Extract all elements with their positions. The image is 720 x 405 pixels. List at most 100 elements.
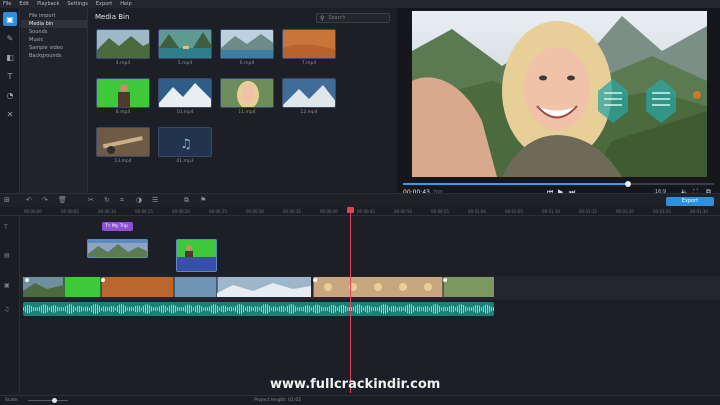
title-clip-label: My Trip bbox=[111, 224, 128, 229]
track-headers: T ▤ ▣ ♫ bbox=[0, 216, 20, 393]
cut-icon[interactable]: ✂ bbox=[88, 196, 94, 204]
ruler-tick-label: 00:00:05 bbox=[61, 209, 79, 214]
media-search-input[interactable] bbox=[328, 15, 384, 21]
magic-wand-icon[interactable]: ✎ bbox=[3, 31, 17, 45]
overlay-clip-thumbnail bbox=[88, 240, 147, 257]
preview-frame-image bbox=[412, 11, 707, 177]
media-thumbnail[interactable]: 12.mp4 bbox=[282, 78, 336, 118]
ruler-tick-label: 00:01:05 bbox=[505, 209, 523, 214]
ruler-tick-label: 00:00:45 bbox=[357, 209, 375, 214]
media-thumbnail-image bbox=[96, 29, 150, 59]
titles-icon[interactable]: T bbox=[3, 69, 17, 83]
category-file-import[interactable]: File import bbox=[21, 12, 87, 20]
delete-icon[interactable]: 🗑 bbox=[58, 196, 67, 204]
ruler-tick-label: 00:00:10 bbox=[98, 209, 116, 214]
overlay-track-icon[interactable]: ▤ bbox=[4, 252, 10, 259]
filters-icon[interactable]: ◧ bbox=[3, 50, 17, 64]
preview-panel: 00:00:43700 ⏮ ▶ ⏭ 16:9 🔈 ⛶ ⧉ bbox=[397, 8, 720, 196]
main-video-track[interactable] bbox=[21, 276, 720, 300]
timeline-ruler[interactable]: 00:00:00 00:00:05 00:00:10 00:00:15 00:00:20… bbox=[0, 207, 720, 216]
media-thumbnail[interactable]: 11.mp4 bbox=[220, 78, 274, 118]
scrubber-progress bbox=[403, 183, 627, 185]
color-adjust-icon[interactable]: ◑ bbox=[136, 196, 142, 204]
playhead-handle[interactable] bbox=[347, 207, 354, 213]
waveform-graphic bbox=[23, 304, 494, 314]
title-track-icon[interactable]: T bbox=[4, 224, 8, 231]
category-media-bin[interactable]: Media bin bbox=[21, 20, 87, 28]
marker-icon[interactable]: ⚑ bbox=[200, 196, 206, 204]
menu-edit[interactable]: Edit bbox=[19, 1, 29, 7]
overlay-icon[interactable]: ⧉ bbox=[184, 196, 189, 205]
audio-track-icon[interactable]: ♫ bbox=[4, 306, 9, 313]
category-backgrounds[interactable]: Backgrounds bbox=[21, 52, 87, 60]
media-thumbnail[interactable]: 5.mp4 bbox=[158, 29, 212, 69]
preview-scrubber[interactable] bbox=[403, 181, 714, 187]
menu-playback[interactable]: Playback bbox=[37, 1, 59, 7]
audio-waveform-clip[interactable] bbox=[23, 302, 494, 316]
undo-icon[interactable]: ↶ bbox=[26, 196, 32, 204]
more-tools-icon[interactable]: ✕ bbox=[3, 107, 17, 121]
title-clip[interactable]: Tт My Trip bbox=[102, 222, 133, 231]
watermark-text: www.fullcrackindir.com bbox=[270, 377, 441, 392]
media-thumbnail-image bbox=[282, 29, 336, 59]
ruler-tick-label: 00:01:30 bbox=[690, 209, 708, 214]
overlay-clip-green-screen[interactable] bbox=[176, 239, 217, 272]
category-music[interactable]: Music bbox=[21, 36, 87, 44]
media-thumbnail[interactable]: ♫ 41.mp3 bbox=[158, 127, 212, 167]
transitions-icon[interactable]: ◔ bbox=[3, 88, 17, 102]
crop-icon[interactable]: ⌗ bbox=[120, 196, 124, 205]
media-thumbnail[interactable]: 13.mp4 bbox=[96, 127, 150, 167]
menu-bar: File Edit Playback Settings Export Help bbox=[0, 0, 720, 8]
media-thumbnail[interactable]: 7.mp4 bbox=[282, 29, 336, 69]
title-clip-icon: Tт bbox=[105, 224, 111, 229]
timeline-scale-slider[interactable] bbox=[28, 398, 68, 403]
media-filename: 13.mp4 bbox=[114, 159, 132, 164]
media-thumbnail[interactable]: 6.mp4 bbox=[220, 29, 274, 69]
overlay-clip-mountains[interactable] bbox=[87, 239, 148, 258]
properties-icon[interactable]: ☰ bbox=[152, 196, 158, 204]
menu-settings[interactable]: Settings bbox=[67, 1, 88, 7]
ruler-tick-label: 00:00:55 bbox=[431, 209, 449, 214]
category-sounds[interactable]: Sounds bbox=[21, 28, 87, 36]
preview-video[interactable] bbox=[412, 11, 707, 177]
media-bin-panel: Media Bin ⚲ 4.mp4 5.mp4 6.mp4 7.mp4 8.mp4 10.… bbox=[88, 8, 396, 193]
timeline-area: T ▤ ▣ ♫ Tт My Trip bbox=[0, 216, 720, 393]
menu-help[interactable]: Help bbox=[120, 1, 131, 7]
ruler-tick-label: 00:01:15 bbox=[579, 209, 597, 214]
rotate-icon[interactable]: ↻ bbox=[104, 196, 110, 204]
media-bin-title: Media Bin bbox=[95, 13, 130, 21]
svg-text:♫: ♫ bbox=[180, 137, 192, 152]
ruler-tick-label: 00:00:30 bbox=[246, 209, 264, 214]
media-filename: 4.mp4 bbox=[115, 61, 131, 66]
media-filename: 10.mp4 bbox=[176, 110, 194, 115]
media-filename: 12.mp4 bbox=[300, 110, 318, 115]
video-track-icon[interactable]: ▣ bbox=[4, 282, 10, 289]
media-thumbnail-image bbox=[282, 78, 336, 108]
media-thumbnail[interactable]: 10.mp4 bbox=[158, 78, 212, 118]
redo-icon[interactable]: ↷ bbox=[42, 196, 48, 204]
media-thumbnail[interactable]: 8.mp4 bbox=[96, 78, 150, 118]
ruler-tick-label: 00:00:25 bbox=[209, 209, 227, 214]
media-thumbnail[interactable]: 4.mp4 bbox=[96, 29, 150, 69]
media-search-box[interactable]: ⚲ bbox=[316, 13, 390, 23]
category-sample-video[interactable]: Sample video bbox=[21, 44, 87, 52]
project-length: Project length: 01:02 bbox=[254, 398, 302, 403]
menu-file[interactable]: File bbox=[3, 1, 11, 7]
search-icon: ⚲ bbox=[320, 14, 325, 22]
green-clip-thumbnail bbox=[177, 240, 216, 271]
timeline-playhead[interactable] bbox=[347, 207, 354, 393]
ruler-tick-label: 00:00:15 bbox=[135, 209, 153, 214]
import-icon[interactable]: ▣ bbox=[3, 12, 17, 26]
scale-slider-handle[interactable] bbox=[52, 398, 57, 403]
menu-export[interactable]: Export bbox=[96, 1, 112, 7]
import-category-list: File import Media bin Sounds Music Sample vi… bbox=[21, 8, 88, 193]
ruler-tick-label: 00:01:20 bbox=[616, 209, 634, 214]
media-filename: 11.mp4 bbox=[238, 110, 256, 115]
ruler-tick-label: 00:01:00 bbox=[468, 209, 486, 214]
ruler-tick-label: 00:01:25 bbox=[653, 209, 671, 214]
media-filename: 7.mp4 bbox=[301, 61, 317, 66]
export-button[interactable]: Export bbox=[666, 197, 714, 206]
add-track-icon[interactable]: ⊞ bbox=[4, 196, 10, 204]
scrubber-handle[interactable] bbox=[625, 181, 631, 187]
status-bar: Scale: Project length: 01:02 bbox=[0, 395, 720, 405]
